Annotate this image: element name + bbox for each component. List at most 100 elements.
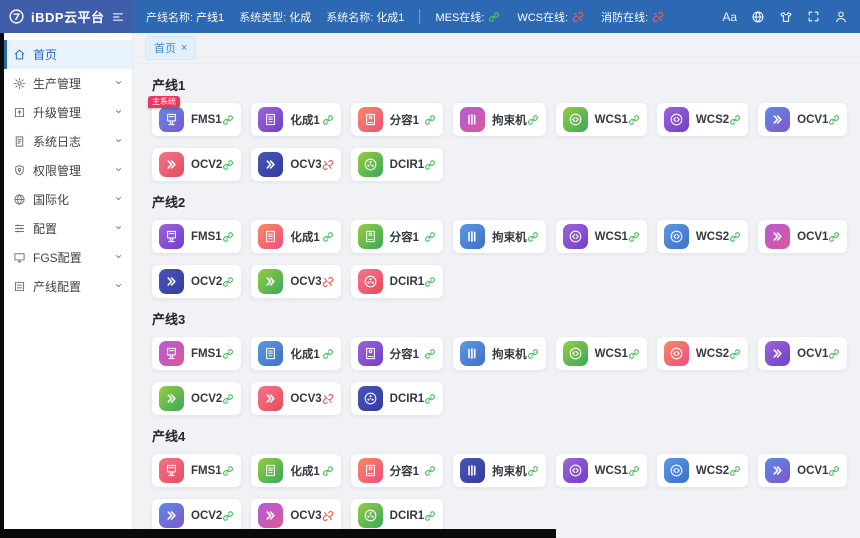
- card-label: 化成1: [290, 112, 319, 128]
- card-label: OCV3: [290, 159, 321, 171]
- card-dcir1[interactable]: DCIR1: [351, 499, 444, 532]
- card-fms1[interactable]: FMS1: [152, 220, 241, 253]
- link-status-online-icon: [424, 159, 436, 171]
- tab-home[interactable]: 首页 ×: [145, 36, 196, 60]
- card-化成1[interactable]: 化成1: [251, 337, 340, 370]
- card-分容1[interactable]: 分容1: [351, 337, 444, 370]
- card-wcs2[interactable]: WCS2: [657, 337, 748, 370]
- chevron-down-icon: [113, 106, 124, 120]
- card-fms1[interactable]: FMS1: [152, 454, 241, 487]
- card-label: 化成1: [290, 229, 319, 245]
- card-wcs2[interactable]: WCS2: [657, 454, 748, 487]
- fullscreen-icon[interactable]: [807, 10, 820, 23]
- sidebar-item-permission[interactable]: 权限管理: [0, 156, 132, 185]
- card-label: WCS1: [595, 465, 628, 477]
- link-status-online-icon: [424, 393, 436, 405]
- card-化成1[interactable]: 化成1: [251, 454, 340, 487]
- logs-icon: [13, 135, 26, 148]
- link-status-online-icon: [222, 231, 234, 243]
- card-grid: FMS1 化成1 分容1 拘束机 WCS1 WCS2 OCV1 OCV2 OCV3 DCIR1: [152, 454, 845, 532]
- card-dcir1[interactable]: DCIR1: [351, 265, 444, 298]
- sidebar-item-label: 首页: [33, 46, 57, 63]
- language-globe-icon[interactable]: [751, 10, 765, 24]
- sidebar-item-home[interactable]: 首页: [0, 40, 132, 69]
- card-label: 分容1: [390, 463, 419, 479]
- font-size-label: Aa: [722, 10, 737, 24]
- sidebar-item-fgs-config[interactable]: FGS配置: [0, 243, 132, 272]
- card-ocv3[interactable]: OCV3: [251, 148, 340, 181]
- card-dcir1[interactable]: DCIR1: [351, 148, 444, 181]
- card-ocv1[interactable]: OCV1: [758, 103, 847, 136]
- card-ocv1[interactable]: OCV1: [758, 337, 847, 370]
- production-line-section: 产线1主系统FMS1化成1分容1拘束机WCS1WCS2OCV1OCV2OCV3D…: [152, 75, 845, 181]
- card-wcs1[interactable]: WCS1: [556, 220, 647, 253]
- card-dcir1[interactable]: DCIR1: [351, 382, 444, 415]
- chevron-down-icon: [113, 193, 124, 207]
- card-fms1[interactable]: 主系统FMS1: [152, 103, 241, 136]
- link-status-online-icon: [222, 393, 234, 405]
- header-info-label: 系统名称:: [326, 12, 373, 24]
- sidebar-item-production[interactable]: 生产管理: [0, 69, 132, 98]
- card-ocv2[interactable]: OCV2: [152, 148, 241, 181]
- chevron-down-icon: [113, 251, 124, 265]
- card-wcs1[interactable]: WCS1: [556, 337, 647, 370]
- sidebar-item-label: 权限管理: [33, 162, 81, 179]
- card-分容1[interactable]: 分容1: [351, 454, 444, 487]
- sidebar-item-upgrade[interactable]: 升级管理: [0, 98, 132, 127]
- card-label: OCV1: [797, 348, 828, 360]
- card-label: 拘束机: [492, 229, 527, 245]
- card-wcs1[interactable]: WCS1: [556, 454, 647, 487]
- card-分容1[interactable]: 分容1: [351, 103, 444, 136]
- card-分容1[interactable]: 分容1: [351, 220, 444, 253]
- card-ocv2[interactable]: OCV2: [152, 382, 241, 415]
- user-icon[interactable]: [834, 10, 848, 24]
- link-status-online-icon: [628, 465, 640, 477]
- card-fms1[interactable]: FMS1: [152, 337, 241, 370]
- app-logo: iBDP云平台: [0, 0, 133, 33]
- link-status-online-icon: [322, 465, 334, 477]
- sidebar-item-logs[interactable]: 系统日志: [0, 127, 132, 156]
- link-status-online-icon: [628, 114, 640, 126]
- header-info-value: 产线1: [196, 12, 224, 24]
- card-拘束机[interactable]: 拘束机: [453, 220, 546, 253]
- card-wcs1[interactable]: WCS1: [556, 103, 647, 136]
- formation-icon: [258, 224, 283, 249]
- wcs-icon: [664, 341, 689, 366]
- link-status-online-icon: [527, 114, 539, 126]
- card-化成1[interactable]: 化成1: [251, 103, 340, 136]
- font-size-button[interactable]: Aa: [722, 10, 737, 24]
- link-status-online-icon: [222, 159, 234, 171]
- link-status-online-icon: [527, 348, 539, 360]
- header-status-label: MES在线:: [435, 9, 484, 25]
- card-ocv3[interactable]: OCV3: [251, 499, 340, 532]
- grading-icon: [358, 224, 383, 249]
- card-ocv2[interactable]: OCV2: [152, 499, 241, 532]
- card-wcs2[interactable]: WCS2: [657, 103, 748, 136]
- card-ocv2[interactable]: OCV2: [152, 265, 241, 298]
- tab-close-icon[interactable]: ×: [181, 43, 187, 54]
- sidebar-item-config[interactable]: 配置: [0, 214, 132, 243]
- sidebar-item-i18n[interactable]: 国际化: [0, 185, 132, 214]
- sidebar-item-line-config[interactable]: 产线配置: [0, 272, 132, 301]
- card-ocv1[interactable]: OCV1: [758, 220, 847, 253]
- card-label: 化成1: [290, 463, 319, 479]
- card-拘束机[interactable]: 拘束机: [453, 337, 546, 370]
- link-status-online-icon: [628, 348, 640, 360]
- header-actions: Aa: [722, 10, 848, 24]
- screen-edge-left: [0, 33, 4, 538]
- card-label: DCIR1: [390, 159, 425, 171]
- chevron-down-icon: [113, 135, 124, 149]
- card-拘束机[interactable]: 拘束机: [453, 454, 546, 487]
- link-status-online-icon: [424, 231, 436, 243]
- card-wcs2[interactable]: WCS2: [657, 220, 748, 253]
- collapse-sidebar-icon[interactable]: [111, 10, 125, 24]
- card-ocv3[interactable]: OCV3: [251, 265, 340, 298]
- theme-tshirt-icon[interactable]: [779, 10, 793, 24]
- card-拘束机[interactable]: 拘束机: [453, 103, 546, 136]
- card-化成1[interactable]: 化成1: [251, 220, 340, 253]
- header-info-label: 系统类型:: [239, 12, 286, 24]
- card-ocv3[interactable]: OCV3: [251, 382, 340, 415]
- restraint-icon: [460, 107, 485, 132]
- card-ocv1[interactable]: OCV1: [758, 454, 847, 487]
- section-title: 产线2: [152, 192, 845, 211]
